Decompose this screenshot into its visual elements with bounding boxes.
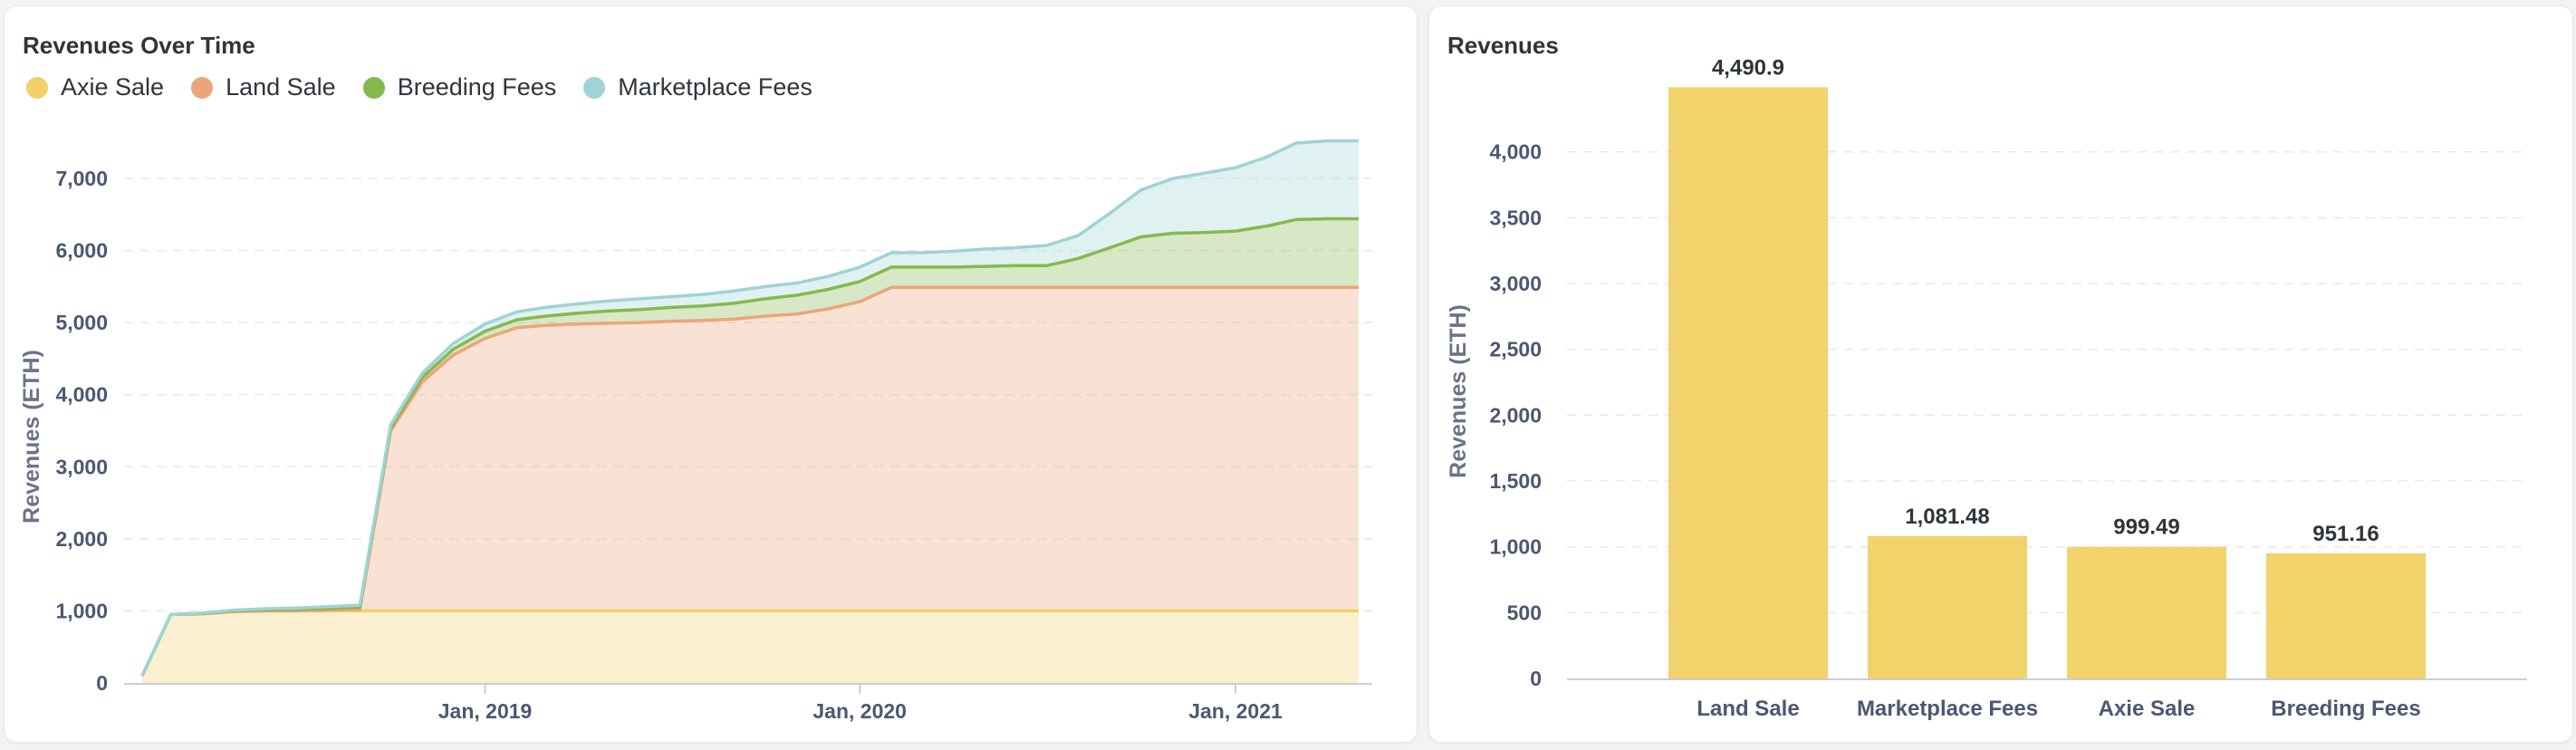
x-tick-label: Jan, 2021 [1188,699,1283,723]
bar [1668,87,1828,679]
y-tick-label: 3,500 [1489,206,1542,229]
area-axie-sale [142,611,1359,683]
area-chart: 0 1,000 2,000 3,000 4,000 5,000 6,000 7,000 Jan,… [19,139,1372,723]
y-tick-label: 2,000 [55,527,108,551]
bar-chart: 0 500 1,000 1,500 2,000 2,500 3,000 3,500 4,000 R… [1446,55,2527,721]
bar [2067,546,2226,678]
category-label: Marketplace Fees [1857,697,2038,721]
y-tick-label: 0 [96,671,108,695]
y-axis-title: Revenues (ETH) [19,350,44,524]
bar-value-label: 4,490.9 [1712,55,1784,80]
x-tick-label: Jan, 2020 [812,699,907,723]
y-tick-label: 2,500 [1489,338,1542,361]
category-label: Axie Sale [2099,697,2196,721]
y-tick-label: 6,000 [55,239,108,263]
bar [1868,535,2027,678]
x-tick-label: Jan, 2019 [438,699,533,723]
y-tick-label: 5,000 [55,311,108,334]
y-tick-label: 1,500 [1489,469,1542,493]
category-label: Land Sale [1697,697,1799,721]
y-tick-label: 3,000 [55,455,108,478]
y-tick-label: 4,000 [1489,140,1542,164]
revenues-card: Revenues 0 500 1,000 1,500 2,000 2,500 3,000 3,… [1428,5,2573,743]
bar-value-label: 999.49 [2113,515,2179,540]
y-tick-label: 2,000 [1489,403,1542,427]
y-tick-label: 500 [1507,601,1542,624]
bar-value-label: 1,081.48 [1905,505,1989,529]
y-tick-label: 3,000 [1489,272,1542,295]
y-axis-title: Revenues (ETH) [1446,304,1471,478]
bar-value-label: 951.16 [2312,522,2379,546]
y-tick-label: 1,000 [55,599,108,622]
revenues-over-time-card: Revenues Over Time Axie Sale Land Sale B… [4,5,1418,743]
category-label: Breeding Fees [2271,697,2420,721]
y-tick-label: 0 [1530,667,1542,690]
y-tick-label: 1,000 [1489,535,1542,559]
bar [2266,553,2426,678]
y-tick-label: 7,000 [55,167,108,190]
y-tick-label: 4,000 [55,383,108,407]
